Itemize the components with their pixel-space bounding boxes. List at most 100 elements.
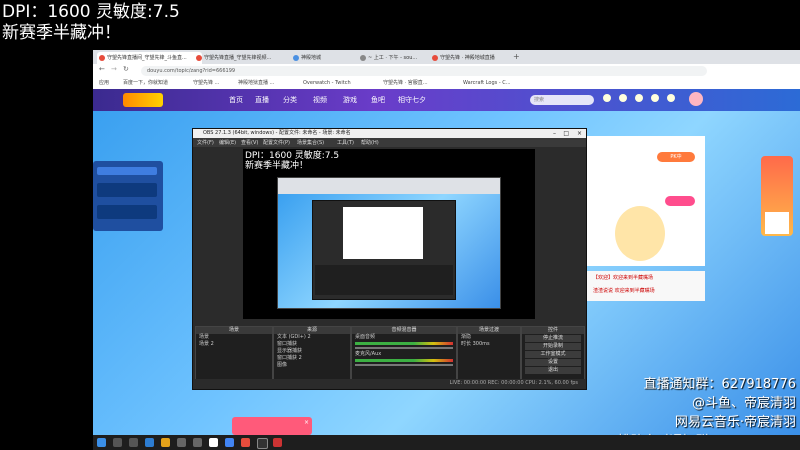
menu-file[interactable]: 文件(F) [197, 139, 214, 146]
obs-menu-bar: 文件(F) 编辑(E) 查看(V) 配置文件(P) 场景集合(S) 工具(T) … [193, 138, 586, 147]
notification-popup[interactable]: × [232, 417, 312, 435]
nav-live[interactable]: 直播 [255, 95, 269, 105]
nav-category[interactable]: 分类 [283, 95, 297, 105]
chrome-icon[interactable] [225, 438, 234, 447]
studio-mode-button[interactable]: 工作室模式 [525, 351, 581, 358]
exit-button[interactable]: 退出 [525, 367, 581, 374]
promo-item[interactable] [97, 183, 157, 197]
settings-button[interactable]: 设置 [525, 359, 581, 366]
bookmark-twitch[interactable]: Overwatch - Twitch [303, 79, 351, 88]
edge-icon[interactable] [145, 438, 154, 447]
app-icon[interactable] [193, 438, 202, 447]
source-item[interactable]: 文本 (GDI+) 2 [274, 334, 350, 341]
download-icon[interactable] [651, 94, 659, 102]
obs-preview[interactable]: DPI：1600 灵敏度:7.5 新赛季半藏冲！ [243, 149, 535, 319]
douyu-logo-icon[interactable] [123, 93, 163, 107]
source-item[interactable]: 窗口捕获 [274, 341, 350, 348]
obs-status-bar: LIVE: 00:00:00 REC: 00:00:00 CPU: 2.1%, … [193, 379, 586, 388]
app-icon[interactable] [209, 438, 218, 447]
nav-home[interactable]: 首页 [229, 95, 243, 105]
scene-item[interactable]: 场景 [196, 334, 272, 341]
douyu-search-input[interactable]: 搜索 [530, 95, 594, 105]
bag-icon[interactable] [667, 94, 675, 102]
obs-window: OBS 27.1.3 (64bit, windows) - 配置文件: 未命名 … [192, 128, 587, 390]
obs-title-bar: OBS 27.1.3 (64bit, windows) - 配置文件: 未命名 … [193, 129, 586, 138]
task-icon[interactable] [635, 94, 643, 102]
bookmark-baidu[interactable]: 百度一下，你就知道 [123, 79, 168, 88]
history-icon[interactable] [603, 94, 611, 102]
menu-view[interactable]: 查看(V) [241, 139, 258, 146]
pk-badge[interactable]: PK中 [657, 152, 695, 162]
avatar[interactable] [689, 92, 703, 106]
new-tab-icon[interactable]: + [513, 52, 520, 61]
nested-tab-bar [278, 178, 500, 194]
browser-tab-5[interactable]: 守望先锋 · 神殿地城直播 [430, 52, 520, 64]
windows-taskbar [93, 435, 800, 450]
scenes-dock-title: 场景 [196, 327, 272, 334]
bookmark-overwatch[interactable]: 守望先锋 ... [193, 79, 219, 88]
url-input[interactable]: douyu.com/topic/zang?rid=666199 [141, 66, 707, 76]
app-icon[interactable] [241, 438, 250, 447]
volume-slider[interactable] [355, 364, 453, 366]
forward-icon[interactable]: → [111, 65, 117, 73]
nested-obs-preview [343, 207, 423, 259]
menu-profile[interactable]: 配置文件(P) [263, 139, 290, 146]
file-explorer-icon[interactable] [161, 438, 170, 447]
stop-streaming-button[interactable]: 停止推流 [525, 335, 581, 342]
search-icon[interactable] [113, 438, 122, 447]
start-recording-button[interactable]: 开始录制 [525, 343, 581, 350]
nav-game[interactable]: 游戏 [343, 95, 357, 105]
minimize-icon[interactable]: – [553, 129, 556, 138]
menu-scene-collection[interactable]: 场景集合(S) [297, 139, 324, 146]
obs-window-title: OBS 27.1.3 (64bit, windows) - 配置文件: 未命名 … [203, 130, 351, 136]
task-view-icon[interactable] [129, 438, 138, 447]
audio-mixer-title: 音频混音器 [352, 327, 456, 334]
menu-tools[interactable]: 工具(T) [337, 139, 354, 146]
close-icon[interactable]: × [577, 129, 582, 138]
maximize-icon[interactable]: □ [563, 129, 569, 138]
promo-item[interactable] [97, 205, 157, 219]
app-icon[interactable] [177, 438, 186, 447]
scene-item[interactable]: 场景 2 [196, 341, 272, 348]
nav-fishbar[interactable]: 鱼吧 [371, 95, 385, 105]
bookmark-official[interactable]: 守望先锋 · 官服直... [383, 79, 428, 88]
source-item[interactable]: 图像 [274, 362, 350, 369]
nav-qixi[interactable]: 相守七夕 [398, 95, 426, 105]
reload-icon[interactable]: ↻ [123, 65, 129, 73]
douyu-handle-text: @斗鱼、帝宸清羽 [691, 396, 796, 411]
close-icon[interactable]: × [304, 419, 309, 426]
browser-tab-3[interactable]: 神殿地城 [291, 52, 366, 64]
source-item[interactable]: 窗口捕获 2 [274, 355, 350, 362]
browser-tab-1[interactable]: 守望先锋直播间_守望先锋_斗鱼直... [97, 52, 202, 64]
nested-capture-browser [277, 177, 501, 309]
windows-start-icon[interactable] [97, 438, 106, 447]
transition-duration[interactable]: 时长 300ms [458, 341, 520, 348]
nav-video[interactable]: 视频 [313, 95, 327, 105]
follow-icon[interactable] [619, 94, 627, 102]
volume-slider[interactable] [355, 347, 453, 349]
back-icon[interactable]: ← [99, 65, 105, 73]
browser-tab-2[interactable]: 守望先锋直播_守望先锋视频... [194, 52, 299, 64]
transition-select[interactable]: 渐隐 [458, 334, 520, 341]
obs-icon[interactable] [257, 438, 268, 449]
gift-button[interactable] [665, 196, 695, 206]
mixer-channel-label: 桌面音频 [355, 334, 376, 340]
bookmark-live[interactable]: 神殿地狱直播 ... [238, 79, 274, 88]
season-text: 新赛季半藏冲！ [2, 23, 121, 43]
browser-tab-4[interactable]: ~ 上工 · 下午 - sou... [358, 52, 438, 64]
left-promo-panel [93, 161, 163, 231]
side-promo-banner[interactable] [761, 156, 793, 236]
controls-title: 控件 [522, 327, 584, 334]
app-icon[interactable] [273, 438, 282, 447]
douyu-favicon-icon [432, 55, 438, 61]
menu-edit[interactable]: 编辑(E) [219, 139, 236, 146]
chat-message: 渣渣说说 欢迎来到半藏嘴场 [593, 288, 655, 294]
douyu-header: 首页 直播 分类 视频 游戏 鱼吧 相守七夕 搜索 [93, 89, 800, 111]
bookmark-apps[interactable]: 应用 [99, 79, 109, 88]
chat-message: 【欢迎】欢迎来到半藏嘴场 [593, 275, 654, 281]
source-item[interactable]: 显示器捕获 [274, 348, 350, 355]
site-favicon-icon [360, 55, 366, 61]
mascot-image [615, 206, 665, 261]
bookmark-warcraftlogs[interactable]: Warcraft Logs - C... [463, 79, 511, 88]
menu-help[interactable]: 帮助(H) [361, 139, 379, 146]
